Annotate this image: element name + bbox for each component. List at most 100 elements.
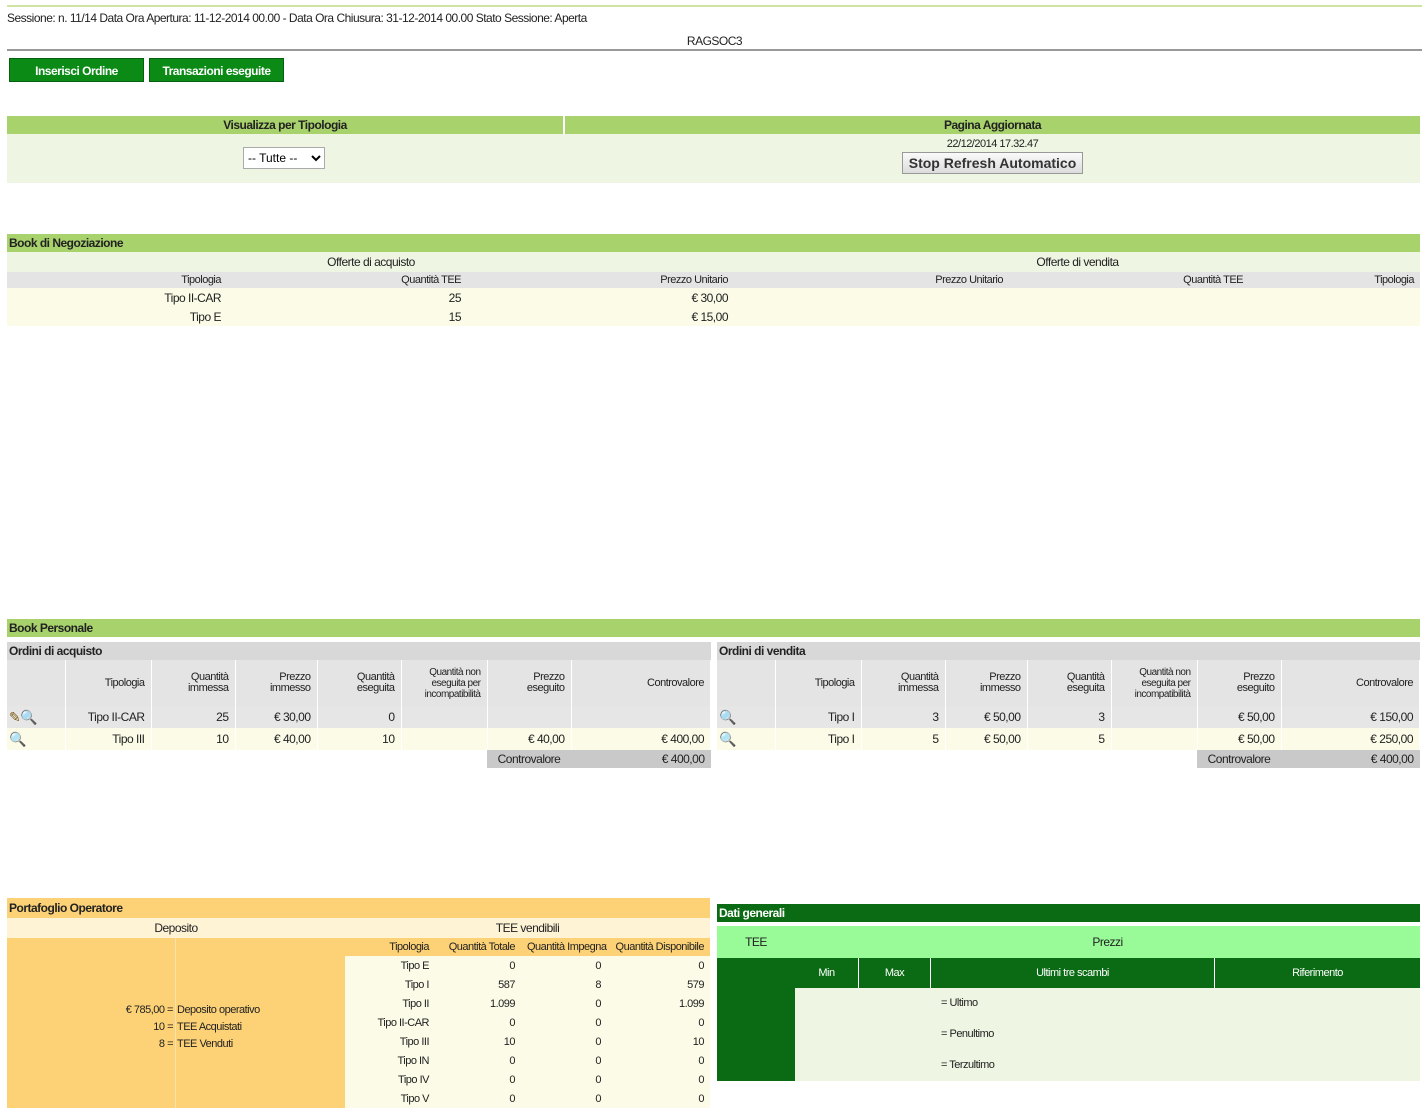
cell-p-immesso: € 50,00 (945, 728, 1028, 750)
deposito-value: 8 = (158, 1038, 174, 1050)
type-filter-cell: -- Tutte -- (7, 134, 565, 183)
cell-impegnata: 0 (595, 997, 601, 1010)
cell-q-non (1111, 706, 1198, 728)
magnifier-icon[interactable]: 🔍 (719, 731, 736, 747)
cell-totale: 0 (509, 1073, 515, 1086)
cell-disponibile: 579 (687, 978, 704, 991)
magnifier-icon[interactable]: 🔍 (9, 731, 26, 747)
cell-q-immessa: 25 (151, 706, 236, 728)
col-header: Quantità immessa (151, 660, 236, 706)
cell-totale: 0 (509, 1054, 515, 1067)
company-name: RAGSOC3 (686, 34, 743, 48)
col-header: Quantità Impegnata (527, 941, 607, 953)
col-max: Max (859, 958, 931, 988)
total-row: Controvalore € 400,00 (717, 750, 1420, 768)
cell-tipologia: Tipo E (400, 959, 430, 972)
total-value: € 400,00 (1281, 750, 1420, 768)
cell-p-immesso: € 40,00 (235, 728, 318, 750)
buy-orders-table: Tipologia Quantità immessa Prezzo immess… (7, 660, 711, 768)
cell-q-non (1111, 728, 1198, 750)
table-row: Tipo II-CAR 25 € 30,00 (7, 288, 1420, 307)
insert-order-button[interactable]: Inserisci Ordine (9, 58, 144, 82)
col-header: Quantità non eseguita per incompatibilit… (1111, 660, 1198, 706)
cell-totale: 0 (509, 959, 515, 972)
magnifier-icon[interactable]: 🔍 (719, 709, 736, 725)
cell-q-non (401, 728, 488, 750)
col-header: Tipologia (65, 660, 152, 706)
cell-impegnata: 0 (595, 1016, 601, 1029)
cell-q-immessa: 5 (861, 728, 946, 750)
edit-order-icon[interactable]: ✎ (9, 709, 21, 725)
cell-controvalore: € 400,00 (571, 728, 711, 750)
table-row: Tipo V 0 0 0 (345, 1089, 710, 1108)
buy-orders-title: Ordini di acquisto (7, 642, 711, 660)
deposito-box: € 785,00 = Deposito operativo 10 = TEE Acq… (7, 938, 345, 1108)
table-row: 🔍 Tipo I 3 € 50,00 3 € 50,00 € 150,00 (717, 706, 1420, 728)
session-info: Sessione: n. 11/14 Data Ora Apertura: 11… (7, 11, 587, 25)
cell-tipologia: Tipo III (399, 1035, 430, 1048)
table-row: 🔍 Tipo I 5 € 50,00 5 € 50,00 € 250,00 (717, 728, 1420, 750)
updated-label: Pagina Aggiornata (565, 116, 1420, 134)
session-header: Sessione: n. 11/14 Data Ora Apertura: 11… (7, 5, 1422, 51)
deposito-label: TEE Acquistati (177, 1021, 242, 1033)
col-header: Tipologia (775, 660, 862, 706)
cell-totale: 0 (509, 1092, 515, 1105)
col-header: Quantità Totale (448, 941, 516, 953)
cell-tipologia: Tipo III (65, 728, 152, 750)
col-header: Prezzo Unitario (660, 274, 728, 286)
col-header: Prezzo eseguito (1197, 660, 1282, 706)
cell-p-eseguito: € 50,00 (1197, 728, 1282, 750)
scambio-row: = Terzultimo (941, 1059, 995, 1071)
cell-q-eseguita: 5 (1027, 728, 1112, 750)
book-personale-title: Book Personale (7, 619, 1420, 637)
deposito-title: Deposito (154, 921, 198, 935)
cell-tipologia: Tipo II (402, 997, 429, 1010)
negoziazione-table: Tipologia Quantità TEE Prezzo Unitario P… (7, 272, 1420, 326)
sell-orders-panel: Ordini di vendita Tipologia Quantità imm… (717, 642, 1420, 768)
cell-q-immessa: 10 (151, 728, 236, 750)
portafoglio-panel: Portafoglio Operatore Deposito TEE vendi… (7, 898, 710, 1108)
col-header: Quantità TEE (401, 274, 461, 286)
cell-tipologia: Tipo II-CAR (65, 706, 152, 728)
cell-q-eseguita: 10 (317, 728, 402, 750)
total-label: Controvalore (1197, 750, 1281, 768)
cell-disponibile: 0 (698, 1073, 704, 1086)
cell-tipologia: Tipo I (775, 728, 862, 750)
type-filter-select[interactable]: -- Tutte -- (243, 147, 325, 169)
book-negoziazione-title: Book di Negoziazione (7, 234, 1420, 252)
table-row: Tipo E 0 0 0 (345, 956, 710, 975)
total-row: Controvalore € 400,00 (7, 750, 711, 768)
cell-tipologia: Tipo E (189, 309, 222, 324)
cell-disponibile: 0 (698, 959, 704, 972)
cell-tipologia: Tipo V (400, 1092, 430, 1105)
magnifier-icon[interactable]: 🔍 (20, 709, 37, 725)
total-label: Controvalore (487, 750, 571, 768)
cell-prezzo: € 30,00 (691, 290, 728, 305)
cell-disponibile: 0 (698, 1054, 704, 1067)
buy-orders-header-row: Tipologia Quantità immessa Prezzo immess… (7, 660, 711, 706)
cell-p-eseguito (487, 706, 572, 728)
stop-refresh-button[interactable]: Stop Refresh Automatico (901, 152, 1084, 174)
col-header: Prezzo eseguito (487, 660, 572, 706)
sell-orders-table: Tipologia Quantità immessa Prezzo immess… (717, 660, 1420, 768)
cell-impegnata: 0 (595, 959, 601, 972)
cell-tipologia: Tipo IN (397, 1054, 429, 1067)
col-min: Min (795, 958, 859, 988)
cell-controvalore: € 150,00 (1281, 706, 1420, 728)
cell-controvalore (571, 706, 711, 728)
tee-header-row: Tipologia Quantità Totale Quantità Impeg… (345, 938, 710, 956)
sell-offers-title: Offerte di vendita (1036, 255, 1119, 269)
cell-totale: 0 (509, 1016, 515, 1029)
table-row: ✎🔍 Tipo II-CAR 25 € 30,00 0 (7, 706, 711, 728)
cell-totale: 1.099 (489, 997, 516, 1010)
col-header: Tipologia (1374, 274, 1414, 286)
cell-disponibile: 1.099 (678, 997, 705, 1010)
cell-totale: 10 (503, 1035, 516, 1048)
cell-tipologia: Tipo II-CAR (377, 1016, 429, 1029)
transactions-button[interactable]: Transazioni eseguite (149, 58, 284, 82)
table-row: Tipo II 1.099 0 1.099 (345, 994, 710, 1013)
updated-cell: 22/12/2014 17.32.47 Stop Refresh Automat… (565, 134, 1420, 183)
col-header: Controvalore (1281, 660, 1420, 706)
cell-p-immesso: € 50,00 (945, 706, 1028, 728)
col-header: Quantità Disponibile (615, 941, 705, 953)
